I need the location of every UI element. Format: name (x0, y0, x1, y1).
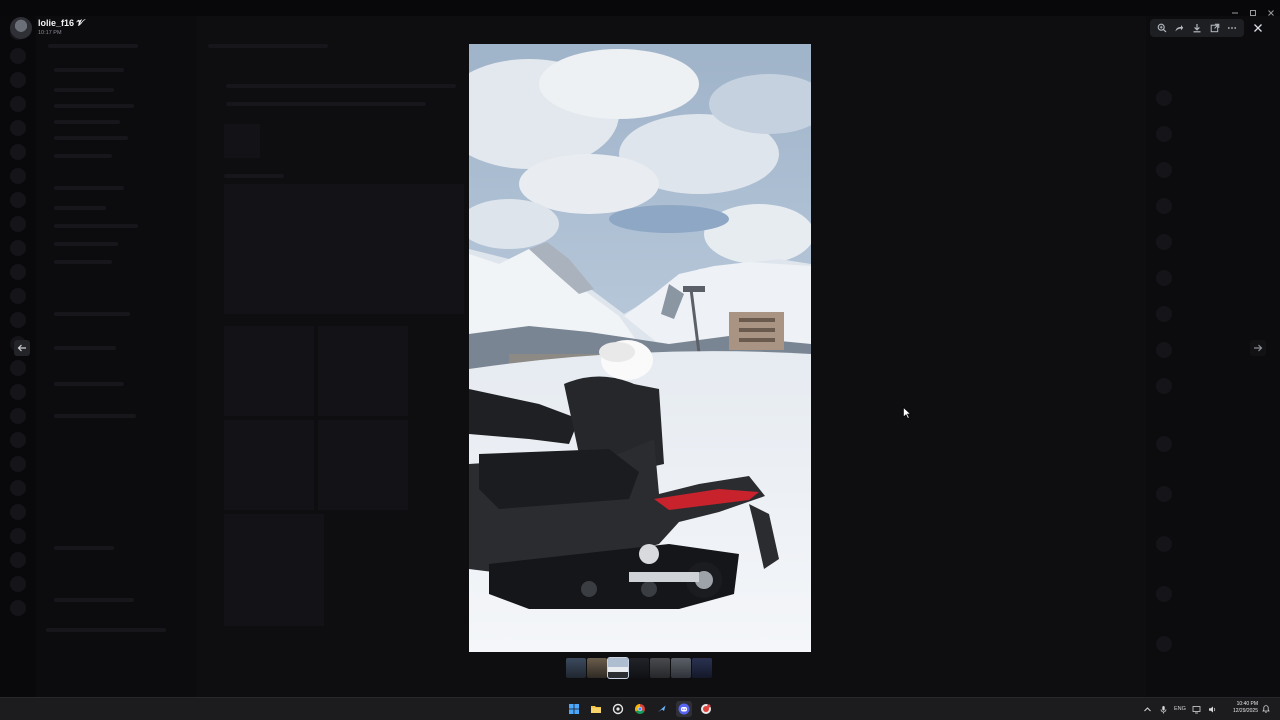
media-viewer-header: lolie_f16 𝓥 10:17 PM (0, 14, 1280, 40)
app-icon[interactable] (698, 701, 714, 717)
thumbnail[interactable] (671, 658, 691, 678)
zoom-button[interactable] (1155, 21, 1169, 35)
forward-button[interactable] (1172, 21, 1186, 35)
volume-icon[interactable] (1208, 704, 1218, 714)
discord-icon[interactable] (676, 701, 692, 717)
zoom-icon (1157, 23, 1167, 33)
thumbnail-strip (566, 657, 712, 679)
next-image-button[interactable] (1250, 340, 1266, 356)
previous-image-button[interactable] (14, 340, 30, 356)
minimize-icon[interactable] (1231, 4, 1239, 14)
thumbnail[interactable] (566, 658, 586, 678)
steam-icon[interactable] (654, 701, 670, 717)
taskbar-apps (566, 701, 714, 717)
arrow-left-icon (17, 344, 26, 352)
uploader-username: lolie_f16 (38, 18, 75, 28)
thumbnail[interactable] (629, 658, 649, 678)
window-controls[interactable] (1226, 3, 1280, 16)
channel-list (36, 16, 196, 697)
more-icon (1228, 27, 1237, 29)
thumbnail[interactable] (587, 658, 607, 678)
thumbnail-active[interactable] (607, 657, 629, 679)
microphone-icon[interactable] (1158, 704, 1168, 714)
download-icon (1193, 24, 1201, 33)
uploader-badge: 𝓥 (76, 18, 85, 28)
media-toolbar (1150, 19, 1244, 37)
language-indicator[interactable]: ENG (1174, 706, 1186, 712)
mouse-cursor-icon (903, 407, 911, 419)
uploader-name[interactable]: lolie_f16 𝓥 (38, 18, 84, 29)
more-button[interactable] (1225, 21, 1239, 35)
taskbar: ENG 10:40 PM 12/29/2025 (0, 697, 1280, 720)
snowmobile-photo (469, 44, 811, 652)
server-rail (0, 16, 36, 697)
maximize-icon[interactable] (1249, 4, 1257, 16)
taskbar-clock[interactable]: 10:40 PM 12/29/2025 (1222, 701, 1258, 715)
thumbnail[interactable] (650, 658, 670, 678)
forward-icon (1175, 25, 1184, 32)
media-image[interactable] (469, 44, 811, 652)
steam-settings-icon[interactable] (610, 701, 626, 717)
thumbnail[interactable] (692, 658, 712, 678)
system-tray: ENG (1142, 702, 1218, 716)
arrow-right-icon (1254, 344, 1263, 352)
notification-bell-icon[interactable] (1262, 704, 1270, 713)
open-external-button[interactable] (1208, 21, 1222, 35)
file-explorer-icon[interactable] (588, 701, 604, 717)
close-icon (1254, 24, 1262, 32)
window-close-icon[interactable] (1267, 4, 1275, 16)
chrome-icon[interactable] (632, 701, 648, 717)
member-list (1146, 16, 1280, 697)
clock-time: 10:40 PM (1236, 701, 1258, 707)
close-viewer-button[interactable] (1250, 20, 1266, 36)
chevron-up-icon[interactable] (1142, 704, 1152, 714)
network-icon[interactable] (1192, 704, 1202, 714)
open-external-icon (1210, 23, 1219, 33)
avatar[interactable] (10, 17, 32, 39)
download-button[interactable] (1190, 21, 1204, 35)
upload-time: 10:17 PM (38, 30, 62, 36)
clock-date: 12/29/2025 (1232, 708, 1258, 714)
windows-start-icon[interactable] (566, 701, 582, 717)
screen: lolie_f16 𝓥 10:17 PM ENG 10:40 PM 12/29/… (0, 0, 1280, 720)
